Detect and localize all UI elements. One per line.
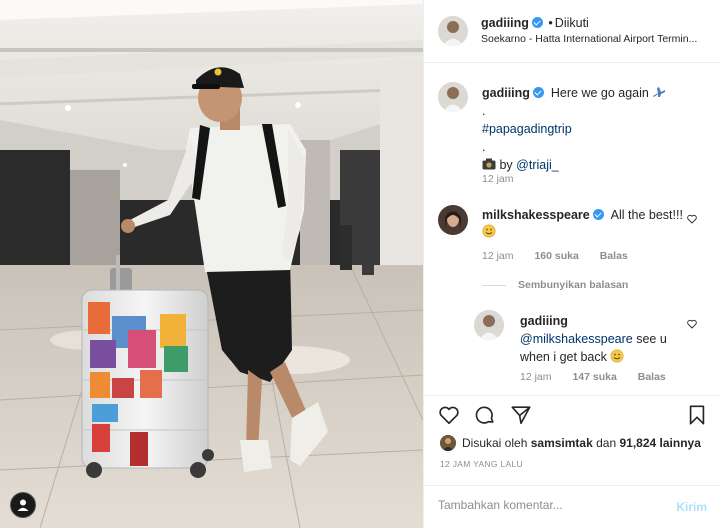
comment-time[interactable]: 12 jam: [482, 250, 514, 262]
caption-avatar-image: [438, 82, 468, 112]
likes-user[interactable]: samsimtak: [531, 436, 593, 450]
reply-reply-button[interactable]: Balas: [638, 371, 666, 383]
likes-prefix: Disukai oleh: [462, 436, 528, 450]
comment-reply-button[interactable]: Balas: [600, 250, 628, 262]
likes-conjunction: dan: [596, 436, 617, 450]
author-avatar-image: [438, 16, 468, 46]
hide-replies-label: Sembunyikan balasan: [518, 279, 629, 291]
verified-badge-icon: [531, 17, 543, 28]
hide-replies-button[interactable]: Sembunyikan balasan: [518, 279, 646, 291]
reply-username[interactable]: gadiiing: [520, 314, 568, 328]
caption-credit-prefix: by: [499, 158, 513, 172]
comment-avatar-image: [438, 205, 468, 235]
caption-hashtag[interactable]: #papagadingtrip: [482, 120, 712, 138]
reply-mention[interactable]: @milkshakesspeare: [520, 332, 633, 346]
comment-icon[interactable]: [474, 404, 496, 426]
instagram-post: gadiiing • Diikuti Soekarno - Hatta Inter…: [0, 0, 720, 528]
post-sidebar: gadiiing • Diikuti Soekarno - Hatta Inter…: [423, 0, 720, 528]
header-line: gadiiing • Diikuti: [481, 16, 589, 30]
likes-summary: Disukai oleh samsimtak dan 91,824 lainny…: [440, 435, 701, 451]
author-username[interactable]: gadiiing: [481, 16, 529, 30]
post-actions: Disukai oleh samsimtak dan 91,824 lainny…: [424, 395, 720, 485]
reply-avatar-image: [474, 310, 504, 340]
tagged-users-button[interactable]: [10, 492, 36, 518]
caption-avatar[interactable]: [438, 82, 468, 112]
reply-time[interactable]: 12 jam: [520, 371, 552, 383]
likes-count[interactable]: 91,824 lainnya: [619, 436, 700, 450]
hugging-face-icon: [482, 224, 496, 238]
verified-badge-icon: [592, 209, 604, 220]
reply-meta: 12 jam 147 suka Balas: [520, 371, 684, 383]
comment-input[interactable]: [438, 498, 658, 512]
user-tag-icon: [17, 499, 29, 511]
hide-replies-line: [482, 285, 506, 286]
camera-icon: [482, 158, 496, 170]
caption-meta: 12 jam: [482, 173, 532, 185]
caption-username[interactable]: gadiiing: [482, 86, 530, 100]
post-photo[interactable]: [0, 0, 423, 528]
posted-ago[interactable]: 12 JAM YANG LALU: [440, 459, 523, 469]
caption-time[interactable]: 12 jam: [482, 173, 514, 185]
comment-text: All the best!!!: [610, 208, 683, 222]
comments-list[interactable]: gadiiing Here we go again . #papagadingt…: [424, 64, 720, 395]
heart-icon[interactable]: [438, 404, 460, 426]
liker-avatar-image: [440, 435, 456, 451]
airport-photo-illustration: [0, 0, 423, 528]
share-icon[interactable]: [510, 404, 532, 426]
verified-badge-icon: [532, 87, 544, 98]
airplane-icon: [653, 87, 666, 97]
post-header: gadiiing • Diikuti Soekarno - Hatta Inter…: [424, 0, 720, 63]
comment-likes[interactable]: 160 suka: [534, 250, 578, 262]
reply-avatar[interactable]: [474, 310, 504, 340]
caption-dot-1: .: [482, 104, 486, 118]
caption-credit-user[interactable]: @triaji_: [516, 158, 559, 172]
bookmark-icon[interactable]: [686, 404, 708, 426]
reply-like-heart-icon[interactable]: [687, 319, 697, 329]
header-separator: •: [548, 16, 553, 30]
caption-dot-2: .: [482, 140, 486, 154]
reply: gadiiing @milkshakesspeare see u when i …: [520, 312, 690, 366]
comment-username[interactable]: milkshakesspeare: [482, 208, 590, 222]
post-comment-button[interactable]: Kirim: [676, 500, 707, 514]
comment-like-heart-icon[interactable]: [687, 214, 697, 224]
liker-avatar[interactable]: [440, 435, 456, 451]
post-location[interactable]: Soekarno - Hatta International Airport T…: [481, 33, 709, 45]
hugging-face-icon: [610, 349, 624, 363]
author-avatar[interactable]: [438, 16, 468, 46]
caption: gadiiing Here we go again . #papagadingt…: [482, 84, 712, 174]
follow-status[interactable]: Diikuti: [555, 16, 589, 30]
reply-likes[interactable]: 147 suka: [572, 371, 616, 383]
comment: milkshakesspeare All the best!!!: [482, 206, 712, 243]
caption-line1: Here we go again: [550, 86, 649, 100]
comment-avatar[interactable]: [438, 205, 468, 235]
add-comment-bar: Kirim: [424, 485, 720, 528]
comment-meta: 12 jam 160 suka Balas: [482, 250, 646, 262]
